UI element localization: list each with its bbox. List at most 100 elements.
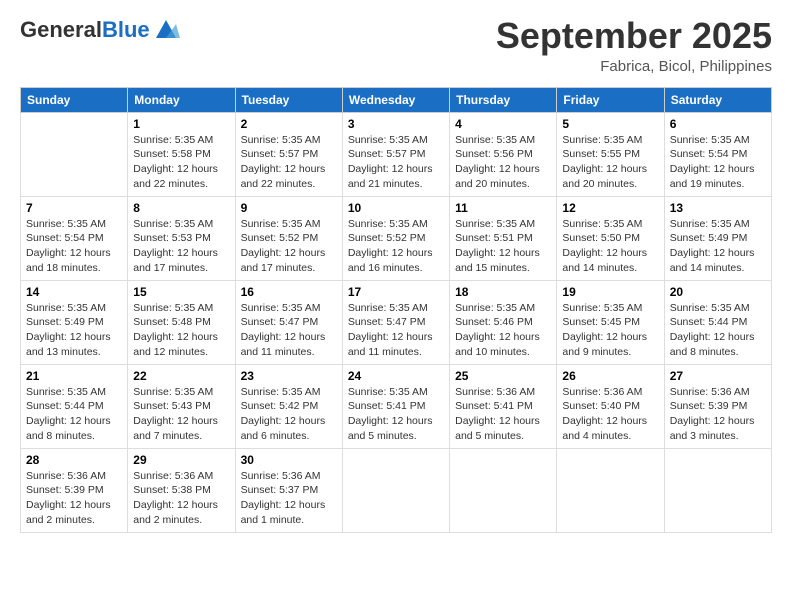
day-info: Sunrise: 5:35 AM Sunset: 5:56 PM Dayligh…: [455, 133, 551, 192]
logo-general-text: General: [20, 17, 102, 42]
day-info: Sunrise: 5:35 AM Sunset: 5:57 PM Dayligh…: [241, 133, 337, 192]
calendar-cell: 23Sunrise: 5:35 AM Sunset: 5:42 PM Dayli…: [235, 364, 342, 448]
calendar-week-row-3: 14 Sunrise: 5:35 AM Sunset: 5:49 PM Dayli…: [21, 280, 772, 364]
calendar-cell: 29 Sunrise: 5:36 AM Sunset: 5:38 PM Dayli…: [128, 448, 235, 532]
calendar-cell: 2 Sunrise: 5:35 AM Sunset: 5:57 PM Daylig…: [235, 112, 342, 196]
subtitle: Fabrica, Bicol, Philippines: [496, 58, 772, 75]
day-info: Sunrise: 5:35 AM Sunset: 5:51 PM Dayligh…: [455, 217, 551, 276]
day-number: 13: [670, 201, 766, 215]
day-number: 24: [348, 369, 444, 383]
day-number: 28: [26, 453, 122, 467]
calendar-cell: 6 Sunrise: 5:35 AM Sunset: 5:54 PM Daylig…: [664, 112, 771, 196]
calendar-week-row-4: 21 Sunrise: 5:35 AM Sunset: 5:44 PM Dayli…: [21, 364, 772, 448]
day-number: 27: [670, 369, 766, 383]
day-info: Sunrise: 5:36 AM Sunset: 5:37 PM Dayligh…: [241, 469, 337, 528]
calendar-cell: 27 Sunrise: 5:36 AM Sunset: 5:39 PM Dayli…: [664, 364, 771, 448]
day-info: Sunrise: 5:35 AM Sunset: 5:48 PM Dayligh…: [133, 301, 229, 360]
col-tuesday: Tuesday: [235, 87, 342, 112]
col-monday: Monday: [128, 87, 235, 112]
calendar-week-row-2: 7 Sunrise: 5:35 AM Sunset: 5:54 PM Daylig…: [21, 196, 772, 280]
day-info: Sunrise: 5:36 AM Sunset: 5:39 PM Dayligh…: [670, 385, 766, 444]
month-title: September 2025: [496, 16, 772, 56]
col-saturday: Saturday: [664, 87, 771, 112]
day-info: Sunrise: 5:35 AM Sunset: 5:52 PM Dayligh…: [348, 217, 444, 276]
calendar-cell: 12 Sunrise: 5:35 AM Sunset: 5:50 PM Dayli…: [557, 196, 664, 280]
calendar-cell: 25Sunrise: 5:36 AM Sunset: 5:41 PM Dayli…: [450, 364, 557, 448]
day-info: Sunrise: 5:36 AM Sunset: 5:38 PM Dayligh…: [133, 469, 229, 528]
day-number: 5: [562, 117, 658, 131]
day-number: 16: [241, 285, 337, 299]
calendar-cell: 5 Sunrise: 5:35 AM Sunset: 5:55 PM Daylig…: [557, 112, 664, 196]
calendar-cell: 14 Sunrise: 5:35 AM Sunset: 5:49 PM Dayli…: [21, 280, 128, 364]
calendar-cell: [664, 448, 771, 532]
day-info: Sunrise: 5:35 AM Sunset: 5:47 PM Dayligh…: [348, 301, 444, 360]
day-info: Sunrise: 5:35 AM Sunset: 5:44 PM Dayligh…: [670, 301, 766, 360]
day-number: 3: [348, 117, 444, 131]
day-info: Sunrise: 5:35 AM Sunset: 5:55 PM Dayligh…: [562, 133, 658, 192]
day-number: 2: [241, 117, 337, 131]
calendar-cell: [342, 448, 449, 532]
day-number: 6: [670, 117, 766, 131]
calendar-cell: [557, 448, 664, 532]
day-info: Sunrise: 5:35 AM Sunset: 5:44 PM Dayligh…: [26, 385, 122, 444]
col-friday: Friday: [557, 87, 664, 112]
calendar-cell: 7 Sunrise: 5:35 AM Sunset: 5:54 PM Daylig…: [21, 196, 128, 280]
day-number: 12: [562, 201, 658, 215]
day-info: Sunrise: 5:35 AM Sunset: 5:43 PM Dayligh…: [133, 385, 229, 444]
day-info: Sunrise: 5:35 AM Sunset: 5:45 PM Dayligh…: [562, 301, 658, 360]
day-number: 8: [133, 201, 229, 215]
day-number: 26: [562, 369, 658, 383]
day-info: Sunrise: 5:35 AM Sunset: 5:52 PM Dayligh…: [241, 217, 337, 276]
day-info: Sunrise: 5:35 AM Sunset: 5:49 PM Dayligh…: [670, 217, 766, 276]
calendar-cell: 30 Sunrise: 5:36 AM Sunset: 5:37 PM Dayli…: [235, 448, 342, 532]
col-sunday: Sunday: [21, 87, 128, 112]
day-number: 23: [241, 369, 337, 383]
day-number: 18: [455, 285, 551, 299]
col-wednesday: Wednesday: [342, 87, 449, 112]
calendar-cell: 4Sunrise: 5:35 AM Sunset: 5:56 PM Daylig…: [450, 112, 557, 196]
day-info: Sunrise: 5:36 AM Sunset: 5:40 PM Dayligh…: [562, 385, 658, 444]
calendar-cell: 16 Sunrise: 5:35 AM Sunset: 5:47 PM Dayli…: [235, 280, 342, 364]
calendar-cell: 28 Sunrise: 5:36 AM Sunset: 5:39 PM Dayli…: [21, 448, 128, 532]
day-info: Sunrise: 5:35 AM Sunset: 5:47 PM Dayligh…: [241, 301, 337, 360]
day-info: Sunrise: 5:35 AM Sunset: 5:46 PM Dayligh…: [455, 301, 551, 360]
day-info: Sunrise: 5:36 AM Sunset: 5:39 PM Dayligh…: [26, 469, 122, 528]
day-number: 9: [241, 201, 337, 215]
day-number: 15: [133, 285, 229, 299]
calendar-cell: 3Sunrise: 5:35 AM Sunset: 5:57 PM Daylig…: [342, 112, 449, 196]
calendar-cell: 26 Sunrise: 5:36 AM Sunset: 5:40 PM Dayli…: [557, 364, 664, 448]
calendar: Sunday Monday Tuesday Wednesday Thursday…: [20, 87, 772, 533]
day-number: 14: [26, 285, 122, 299]
day-info: Sunrise: 5:35 AM Sunset: 5:54 PM Dayligh…: [670, 133, 766, 192]
day-number: 11: [455, 201, 551, 215]
calendar-cell: [450, 448, 557, 532]
col-thursday: Thursday: [450, 87, 557, 112]
calendar-cell: 24Sunrise: 5:35 AM Sunset: 5:41 PM Dayli…: [342, 364, 449, 448]
logo: GeneralBlue: [20, 16, 180, 44]
day-number: 29: [133, 453, 229, 467]
calendar-cell: 8Sunrise: 5:35 AM Sunset: 5:53 PM Daylig…: [128, 196, 235, 280]
logo-icon: [152, 16, 180, 44]
calendar-cell: 17Sunrise: 5:35 AM Sunset: 5:47 PM Dayli…: [342, 280, 449, 364]
day-number: 20: [670, 285, 766, 299]
day-info: Sunrise: 5:35 AM Sunset: 5:54 PM Dayligh…: [26, 217, 122, 276]
calendar-cell: 20 Sunrise: 5:35 AM Sunset: 5:44 PM Dayli…: [664, 280, 771, 364]
calendar-week-row-1: 1Sunrise: 5:35 AM Sunset: 5:58 PM Daylig…: [21, 112, 772, 196]
day-info: Sunrise: 5:35 AM Sunset: 5:58 PM Dayligh…: [133, 133, 229, 192]
day-number: 21: [26, 369, 122, 383]
calendar-cell: 1Sunrise: 5:35 AM Sunset: 5:58 PM Daylig…: [128, 112, 235, 196]
day-number: 7: [26, 201, 122, 215]
calendar-cell: 21 Sunrise: 5:35 AM Sunset: 5:44 PM Dayli…: [21, 364, 128, 448]
calendar-cell: 19Sunrise: 5:35 AM Sunset: 5:45 PM Dayli…: [557, 280, 664, 364]
logo-blue-text: Blue: [102, 17, 150, 42]
calendar-cell: 10Sunrise: 5:35 AM Sunset: 5:52 PM Dayli…: [342, 196, 449, 280]
day-info: Sunrise: 5:35 AM Sunset: 5:49 PM Dayligh…: [26, 301, 122, 360]
title-block: September 2025 Fabrica, Bicol, Philippin…: [496, 16, 772, 75]
calendar-cell: 22Sunrise: 5:35 AM Sunset: 5:43 PM Dayli…: [128, 364, 235, 448]
day-number: 25: [455, 369, 551, 383]
day-info: Sunrise: 5:35 AM Sunset: 5:50 PM Dayligh…: [562, 217, 658, 276]
day-number: 30: [241, 453, 337, 467]
calendar-week-row-5: 28 Sunrise: 5:36 AM Sunset: 5:39 PM Dayli…: [21, 448, 772, 532]
calendar-header-row: Sunday Monday Tuesday Wednesday Thursday…: [21, 87, 772, 112]
page: GeneralBlue September 2025 Fabrica, Bico…: [0, 0, 792, 612]
